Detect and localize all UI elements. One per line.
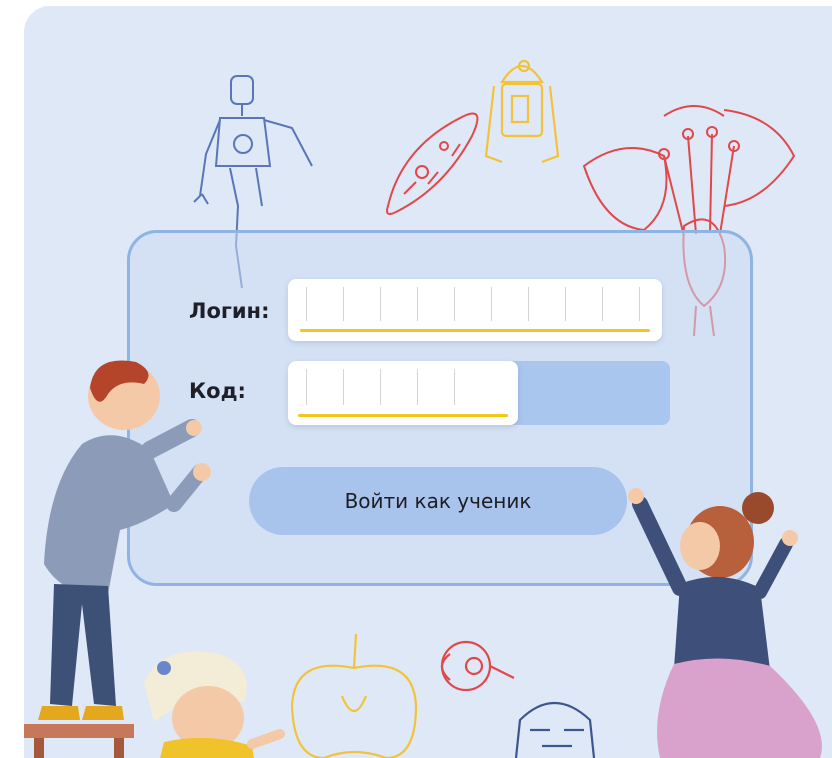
code-input-cells [288, 369, 518, 405]
code-input-underline [298, 414, 508, 417]
helmet-sketch [514, 701, 596, 758]
code-input[interactable] [288, 361, 518, 425]
paramecium-sketch [386, 112, 479, 215]
girl-right-illustration [628, 488, 822, 758]
login-input-underline [300, 329, 650, 332]
droid-sketch [484, 59, 560, 164]
login-as-student-button[interactable]: Войти как ученик [249, 467, 627, 535]
eye-sketch [440, 640, 515, 692]
login-input-cells [288, 287, 662, 321]
apple-sketch [290, 633, 418, 758]
login-input[interactable] [288, 279, 662, 341]
login-label: Логин: [189, 299, 270, 323]
login-background: Логин: Код: Войти как ученик [24, 6, 832, 758]
girl-bottom-illustration [144, 651, 285, 758]
